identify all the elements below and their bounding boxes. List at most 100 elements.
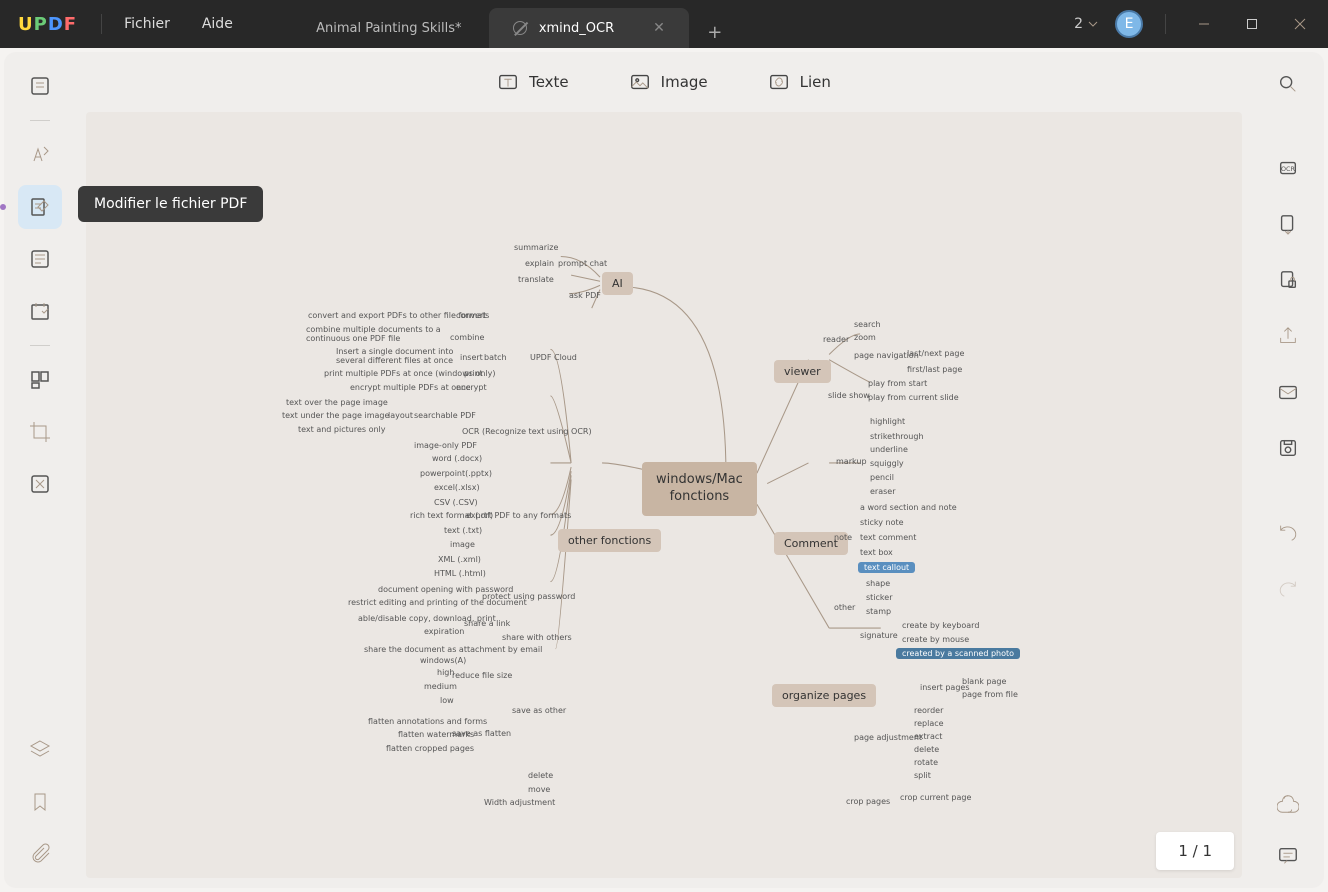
- layers-button[interactable]: [18, 728, 62, 772]
- mm-leaf: search: [852, 319, 883, 330]
- form-button[interactable]: [18, 289, 62, 333]
- mm-hub-ai: AI: [602, 272, 633, 295]
- separator: [30, 345, 50, 346]
- mm-leaf: able/disable copy, download, print: [356, 613, 498, 624]
- mm-leaf: restrict editing and printing of the doc…: [346, 597, 529, 608]
- maximize-button[interactable]: [1236, 8, 1268, 40]
- mm-leaf: play from current slide: [866, 392, 961, 403]
- mm-leaf: text comment: [858, 532, 918, 543]
- text-tool[interactable]: Texte: [497, 71, 569, 93]
- mm-leaf: HTML (.html): [432, 568, 488, 579]
- image-tool[interactable]: Image: [629, 71, 708, 93]
- mm-leaf: markup: [834, 456, 869, 467]
- menu-help[interactable]: Aide: [186, 0, 249, 48]
- new-tab-button[interactable]: +: [699, 16, 731, 48]
- mm-leaf: save as other: [510, 705, 568, 716]
- convert-button[interactable]: [1268, 204, 1308, 244]
- mm-leaf: play from start: [866, 378, 929, 389]
- minimize-button[interactable]: [1188, 8, 1220, 40]
- pages-button[interactable]: [18, 237, 62, 281]
- titlebar: UPDF Fichier Aide Animal Painting Skills…: [0, 0, 1328, 48]
- mm-hub-organize: organize pages: [772, 684, 876, 707]
- tab-bar: Animal Painting Skills* xmind_OCR ✕ +: [289, 0, 731, 48]
- separator: [30, 120, 50, 121]
- mm-leaf: Width adjustment: [482, 797, 557, 808]
- mm-leaf: shape: [864, 578, 892, 589]
- mm-leaf: translate: [516, 274, 556, 285]
- mm-leaf: flatten cropped pages: [384, 743, 476, 754]
- undo-button[interactable]: [1268, 512, 1308, 552]
- app-body: Modifier le fichier PDF Texte Image Lien: [0, 48, 1328, 892]
- mm-leaf: first/last page: [905, 364, 964, 375]
- count-indicator[interactable]: 2: [1074, 16, 1099, 32]
- mm-leaf: zoom: [852, 332, 878, 343]
- mm-leaf: reader: [821, 334, 851, 345]
- mm-leaf: image-only PDF: [412, 440, 479, 451]
- mm-leaf: replace: [912, 718, 946, 729]
- mm-leaf: XML (.xml): [436, 554, 483, 565]
- save-button[interactable]: [1268, 428, 1308, 468]
- ai-button[interactable]: [1268, 784, 1308, 824]
- redo-button[interactable]: [1268, 568, 1308, 608]
- mm-leaf: text and pictures only: [296, 424, 388, 435]
- mm-leaf: prompt chat: [556, 258, 609, 269]
- mm-leaf: delete: [526, 770, 555, 781]
- mm-leaf: convert and export PDFs to other file fo…: [306, 310, 491, 321]
- main-area: Texte Image Lien windows/Mac fonc: [76, 52, 1252, 888]
- left-sidebar: [4, 52, 76, 888]
- search-button[interactable]: [1268, 64, 1308, 104]
- tooltip: Modifier le fichier PDF: [78, 186, 263, 222]
- mm-leaf: windows(A): [418, 655, 468, 666]
- avatar[interactable]: E: [1115, 10, 1143, 38]
- mm-leaf: text box: [858, 547, 895, 558]
- mm-leaf: other: [832, 602, 857, 613]
- tab-inactive[interactable]: Animal Painting Skills*: [289, 8, 489, 48]
- mm-leaf: pencil: [868, 472, 896, 483]
- redact-button[interactable]: [18, 462, 62, 506]
- svg-text:OCR: OCR: [1281, 165, 1296, 173]
- reader-button[interactable]: [18, 64, 62, 108]
- right-sidebar: OCR: [1252, 52, 1324, 888]
- crop-button[interactable]: [18, 410, 62, 454]
- organize-button[interactable]: [18, 358, 62, 402]
- left-rail-bottom: [18, 728, 62, 876]
- mm-leaf: text under the page image: [280, 410, 391, 421]
- app-logo: UPDF: [0, 14, 95, 35]
- mm-leaf: crop pages: [844, 796, 892, 807]
- attachment-button[interactable]: [18, 832, 62, 876]
- mm-hub-viewer: viewer: [774, 360, 831, 383]
- mm-leaf: stamp: [864, 606, 893, 617]
- link-tool[interactable]: Lien: [768, 71, 831, 93]
- annotate-button[interactable]: [18, 133, 62, 177]
- protect-button[interactable]: [1268, 260, 1308, 300]
- mm-leaf: eraser: [868, 486, 898, 497]
- mm-leaf: share the document as attachment by emai…: [362, 644, 544, 655]
- edit-pdf-button[interactable]: [18, 185, 62, 229]
- mm-leaf: UPDF Cloud: [528, 352, 579, 363]
- mm-leaf: encrypt multiple PDFs at once: [348, 382, 473, 393]
- ocr-button[interactable]: OCR: [1268, 148, 1308, 188]
- separator: [101, 14, 102, 34]
- tab-active[interactable]: xmind_OCR ✕: [489, 8, 689, 48]
- share-button[interactable]: [1268, 316, 1308, 356]
- mm-leaf: share with others: [500, 632, 574, 643]
- mm-leaf: underline: [868, 444, 910, 455]
- comment-panel-button[interactable]: [1268, 836, 1308, 876]
- mm-leaf: reduce file size: [450, 670, 514, 681]
- close-button[interactable]: [1284, 8, 1316, 40]
- mm-center: windows/Mac fonctions: [642, 462, 757, 516]
- close-icon[interactable]: ✕: [653, 20, 665, 36]
- menu-file[interactable]: Fichier: [108, 0, 186, 48]
- mm-leaf: powerpoint(.pptx): [418, 468, 494, 479]
- mm-leaf: document opening with password: [376, 584, 515, 595]
- bookmark-button[interactable]: [18, 780, 62, 824]
- mm-leaf: sticker: [864, 592, 894, 603]
- canvas-wrap: windows/Mac fonctions AI viewer Comment …: [76, 112, 1252, 888]
- mm-leaf: page from file: [960, 689, 1020, 700]
- page-indicator[interactable]: 1 / 1: [1156, 832, 1234, 870]
- mm-leaf: rich text format (.rtf): [408, 510, 495, 521]
- mm-leaf: flatten annotations and forms: [366, 716, 489, 727]
- mm-leaf: low: [438, 695, 456, 706]
- document-canvas[interactable]: windows/Mac fonctions AI viewer Comment …: [86, 112, 1242, 878]
- email-button[interactable]: [1268, 372, 1308, 412]
